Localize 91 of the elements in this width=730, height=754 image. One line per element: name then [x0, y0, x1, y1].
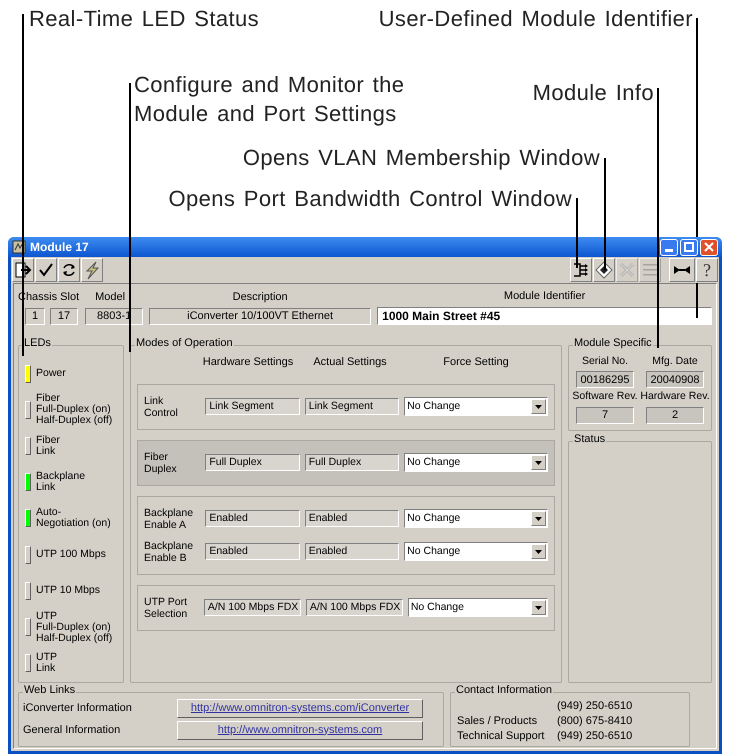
readout-field: 00186295	[576, 371, 634, 388]
group-title: Status	[573, 434, 606, 445]
readout-field: iConverter 10/100VT Ethernet	[149, 308, 372, 324]
cross-icon	[617, 260, 637, 280]
actual-setting-field: Enabled	[304, 510, 400, 527]
phone-number: (800) 675-8410	[557, 714, 632, 729]
dropdown-arrow-icon	[535, 460, 542, 464]
led-label: UTP 10 Mbps	[36, 585, 100, 596]
field-label: General Information	[23, 722, 122, 738]
field-label: Mfg. Date	[652, 354, 698, 368]
toolbar-button[interactable]	[570, 258, 592, 282]
readout-field: 20040908	[646, 371, 704, 388]
force-setting-dropdown[interactable]: No Change	[404, 509, 548, 528]
actual-setting-field: A/N 100 Mbps FDX	[306, 599, 403, 616]
phone-number: (949) 250-6510	[557, 698, 632, 714]
field-label: Module Identifier	[504, 289, 586, 304]
field-label: Model	[95, 290, 126, 305]
group-title: Contact Information	[455, 684, 553, 696]
field-label: Description	[232, 290, 288, 305]
group-title: Modes of Operation	[135, 338, 234, 348]
toolbar-button[interactable]	[81, 258, 103, 282]
leader-line	[576, 198, 578, 268]
force-setting-dropdown[interactable]: No Change	[404, 397, 548, 416]
link-button[interactable]: http://www.omnitron-systems.com/iConverter	[177, 698, 423, 718]
identifier-input[interactable]: 1000 Main Street #45	[377, 306, 712, 324]
readout-field: 7	[576, 407, 634, 424]
contact-label: Technical Support	[457, 728, 546, 744]
actual-setting-field: Full Duplex	[304, 454, 400, 471]
led-label: UTP 100 Mbps	[36, 549, 106, 560]
field-label: Software Rev.	[572, 389, 638, 404]
close-icon	[704, 242, 714, 252]
window-title: Module 17	[30, 239, 89, 256]
close-button[interactable]	[700, 238, 718, 256]
callout-text: Configure and Monitor the Module and Port Settings	[134, 71, 404, 128]
dropdown-arrow-icon	[535, 516, 542, 520]
readout-field: 1	[25, 308, 45, 324]
force-setting-dropdown[interactable]: No Change	[408, 598, 548, 617]
actual-setting-field: Link Segment	[304, 398, 400, 415]
hardware-setting-field: Enabled	[205, 510, 300, 527]
field-label: Hardware Rev.	[640, 389, 710, 404]
hardware-setting-field: A/N 100 Mbps FDX	[204, 599, 301, 616]
led-label: UTP Full-Duplex (on) Half-Duplex (off)	[36, 610, 112, 644]
group-title: Web Links	[23, 684, 76, 696]
setting-label: Fiber Duplex	[144, 450, 178, 474]
maximize-button[interactable]	[680, 238, 698, 256]
group-title: LEDs	[23, 338, 52, 348]
actual-setting-field: Enabled	[304, 543, 400, 560]
setting-label: UTP Port Selection	[144, 596, 188, 620]
maximize-icon	[684, 242, 694, 252]
column-header: Actual Settings	[312, 354, 388, 370]
setting-label: Backplane Enable B	[144, 540, 194, 564]
dropdown-arrow-icon	[535, 550, 542, 554]
help-button[interactable]: ?	[696, 258, 718, 282]
hardware-setting-field: Link Segment	[205, 398, 300, 415]
readout-field: 17	[50, 308, 78, 324]
toolbar-button[interactable]	[58, 258, 80, 282]
callout-text: Opens Port Bandwidth Control Window	[168, 185, 572, 213]
dropdown-arrow-icon	[535, 404, 542, 408]
hardware-setting-field: Full Duplex	[205, 454, 300, 471]
hardware-setting-field: Enabled	[205, 543, 300, 560]
dropdown-arrow-icon	[535, 606, 542, 610]
setting-label: Link Control	[144, 394, 179, 418]
led-label: UTP Link	[36, 652, 57, 674]
toolbar-button[interactable]	[12, 258, 34, 282]
callout-text: Opens VLAN Membership Window	[242, 144, 600, 172]
toolbar-button[interactable]	[593, 258, 615, 282]
leader-line	[696, 283, 698, 318]
phone-number: (949) 250-6510	[557, 728, 632, 744]
toolbar-button[interactable]	[35, 258, 57, 282]
contact-label: Sales / Products	[457, 714, 538, 729]
led-label: Power	[36, 368, 66, 380]
toolbar-button[interactable]	[669, 258, 695, 282]
led-label: Fiber Link	[36, 435, 60, 458]
force-setting-dropdown[interactable]: No Change	[404, 453, 548, 472]
minimize-icon	[665, 248, 673, 252]
callout-text: Real-Time LED Status	[29, 5, 260, 33]
readout-field: 2	[646, 407, 704, 424]
force-setting-dropdown[interactable]: No Change	[404, 542, 548, 561]
callout-text: Module Info	[532, 79, 654, 107]
group-title: Module Specific	[573, 338, 653, 348]
field-label: iConverter Information	[23, 700, 133, 716]
setting-label: Backplane Enable A	[144, 506, 194, 530]
column-header: Force Setting	[442, 354, 510, 370]
led-label: Auto- Negotiation (on)	[36, 507, 111, 530]
led-label: Backplane Link	[36, 471, 86, 494]
callout-text: User-Defined Module Identifier	[378, 5, 693, 33]
led-label: Fiber Full-Duplex (on) Half-Duplex (off)	[36, 393, 112, 426]
link-button[interactable]: http://www.omnitron-systems.com	[177, 720, 423, 740]
field-label: Serial No.	[582, 354, 628, 368]
column-header: Hardware Settings	[202, 354, 294, 370]
minimize-button[interactable]	[660, 238, 678, 256]
